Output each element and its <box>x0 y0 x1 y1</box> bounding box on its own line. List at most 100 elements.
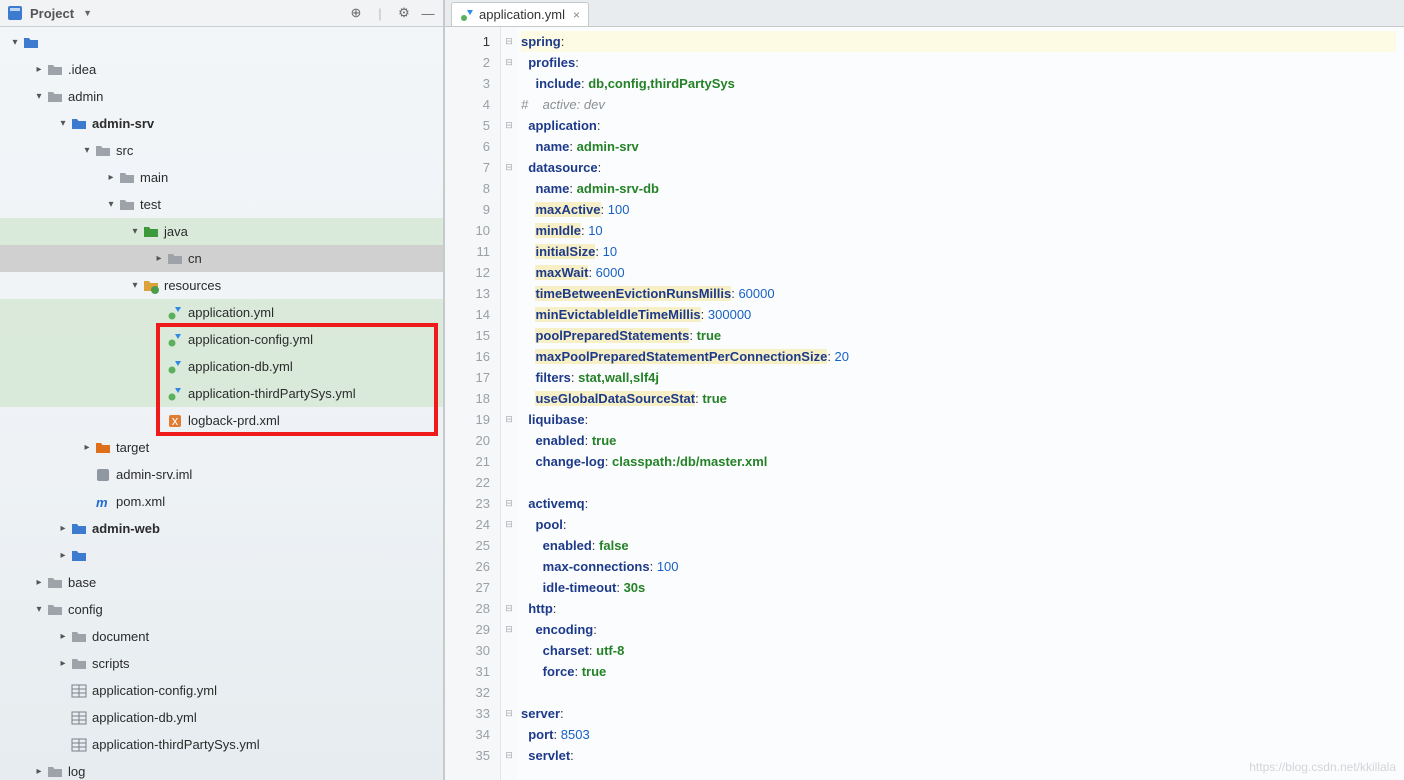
fold-toggle[interactable]: ⊟ <box>501 52 517 73</box>
tree-item-pom-xml[interactable]: mpom.xml <box>0 488 443 515</box>
chevron-icon[interactable]: ▸ <box>32 64 46 75</box>
tree-item-java[interactable]: ▾java <box>0 218 443 245</box>
chevron-icon[interactable]: ▸ <box>104 172 118 183</box>
tab-application-yml[interactable]: application.yml × <box>451 2 589 26</box>
chevron-icon[interactable]: ▸ <box>56 550 70 561</box>
project-tree[interactable]: ▾ ▸.idea▾admin▾admin-srv▾src▸main▾test▾j… <box>0 27 443 780</box>
code-line[interactable]: enabled: true <box>521 430 1396 451</box>
chevron-icon[interactable]: ▾ <box>32 604 46 615</box>
tree-item-logback-prd-xml[interactable]: xlogback-prd.xml <box>0 407 443 434</box>
panel-title[interactable]: Project <box>30 6 74 21</box>
chevron-icon[interactable]: ▾ <box>80 145 94 156</box>
code-line[interactable]: port: 8503 <box>521 724 1396 745</box>
code-line[interactable]: filters: stat,wall,slf4j <box>521 367 1396 388</box>
code-line[interactable]: charset: utf-8 <box>521 640 1396 661</box>
code-line[interactable]: pool: <box>521 514 1396 535</box>
code-line[interactable]: name: admin-srv-db <box>521 178 1396 199</box>
tree-item--idea[interactable]: ▸.idea <box>0 56 443 83</box>
tree-item-admin-web[interactable]: ▸admin-web <box>0 515 443 542</box>
fold-toggle[interactable]: ⊟ <box>501 493 517 514</box>
tree-item-redacted-19[interactable]: ▸ <box>0 542 443 569</box>
tree-item-resources[interactable]: ▾resources <box>0 272 443 299</box>
code-line[interactable]: profiles: <box>521 52 1396 73</box>
code-line[interactable]: name: admin-srv <box>521 136 1396 157</box>
tree-item-log[interactable]: ▸log <box>0 758 443 780</box>
fold-column[interactable]: ⊟⊟⊟⊟⊟⊟⊟⊟⊟⊟⊟ <box>501 27 517 780</box>
chevron-icon[interactable]: ▸ <box>80 442 94 453</box>
code-line[interactable]: minIdle: 10 <box>521 220 1396 241</box>
code-line[interactable]: maxPoolPreparedStatementPerConnectionSiz… <box>521 346 1396 367</box>
code-line[interactable]: http: <box>521 598 1396 619</box>
chevron-icon[interactable]: ▸ <box>152 253 166 264</box>
tree-item-scripts[interactable]: ▸scripts <box>0 650 443 677</box>
tree-item-admin-srv[interactable]: ▾admin-srv <box>0 110 443 137</box>
code-line[interactable]: encoding: <box>521 619 1396 640</box>
code-line[interactable]: useGlobalDataSourceStat: true <box>521 388 1396 409</box>
tree-item-application-yml[interactable]: application.yml <box>0 299 443 326</box>
fold-toggle[interactable]: ⊟ <box>501 514 517 535</box>
fold-toggle[interactable]: ⊟ <box>501 31 517 52</box>
tree-item-src[interactable]: ▾src <box>0 137 443 164</box>
chevron-icon[interactable]: ▸ <box>56 523 70 534</box>
chevron-icon[interactable]: ▾ <box>32 91 46 102</box>
code-line[interactable]: liquibase: <box>521 409 1396 430</box>
tree-item-redacted-0[interactable]: ▾ <box>0 29 443 56</box>
code-line[interactable]: maxWait: 6000 <box>521 262 1396 283</box>
code-line[interactable]: application: <box>521 115 1396 136</box>
dropdown-caret-icon[interactable]: ▼ <box>83 8 92 18</box>
code-line[interactable]: include: db,config,thirdPartySys <box>521 73 1396 94</box>
tree-item-main[interactable]: ▸main <box>0 164 443 191</box>
code-line[interactable] <box>521 472 1396 493</box>
tree-item-target[interactable]: ▸target <box>0 434 443 461</box>
chevron-icon[interactable]: ▸ <box>32 766 46 777</box>
tree-item-admin[interactable]: ▾admin <box>0 83 443 110</box>
code-line[interactable]: maxActive: 100 <box>521 199 1396 220</box>
tree-item-cn[interactable]: ▸cn <box>0 245 443 272</box>
chevron-icon[interactable]: ▾ <box>8 37 22 48</box>
code-line[interactable]: force: true <box>521 661 1396 682</box>
fold-toggle[interactable]: ⊟ <box>501 157 517 178</box>
fold-toggle[interactable]: ⊟ <box>501 409 517 430</box>
code-line[interactable]: poolPreparedStatements: true <box>521 325 1396 346</box>
code-line[interactable]: # active: dev <box>521 94 1396 115</box>
tree-item-application-db-yml[interactable]: application-db.yml <box>0 353 443 380</box>
code-line[interactable]: minEvictableIdleTimeMillis: 300000 <box>521 304 1396 325</box>
code-line[interactable]: enabled: false <box>521 535 1396 556</box>
code-line[interactable]: max-connections: 100 <box>521 556 1396 577</box>
chevron-icon[interactable]: ▾ <box>56 118 70 129</box>
tree-item-application-config-yml[interactable]: application-config.yml <box>0 677 443 704</box>
code-line[interactable]: change-log: classpath:/db/master.xml <box>521 451 1396 472</box>
fold-toggle[interactable]: ⊟ <box>501 745 517 766</box>
tree-item-test[interactable]: ▾test <box>0 191 443 218</box>
fold-toggle[interactable]: ⊟ <box>501 703 517 724</box>
chevron-icon[interactable]: ▾ <box>104 199 118 210</box>
tree-item-document[interactable]: ▸document <box>0 623 443 650</box>
code-line[interactable]: datasource: <box>521 157 1396 178</box>
tree-item-base[interactable]: ▸base <box>0 569 443 596</box>
tree-item-config[interactable]: ▾config <box>0 596 443 623</box>
minimize-icon[interactable]: — <box>419 4 437 22</box>
editor-body[interactable]: 1234567891011121314151617181920212223242… <box>445 27 1404 780</box>
gear-icon[interactable]: ⚙ <box>395 4 413 22</box>
tree-item-application-db-yml[interactable]: application-db.yml <box>0 704 443 731</box>
tree-item-admin-srv-iml[interactable]: admin-srv.iml <box>0 461 443 488</box>
tree-item-application-thirdpartysys-yml[interactable]: application-thirdPartySys.yml <box>0 731 443 758</box>
fold-toggle[interactable]: ⊟ <box>501 598 517 619</box>
chevron-icon[interactable]: ▸ <box>32 577 46 588</box>
fold-toggle[interactable]: ⊟ <box>501 619 517 640</box>
close-icon[interactable]: × <box>573 8 580 22</box>
chevron-icon[interactable]: ▾ <box>128 280 142 291</box>
tree-item-application-config-yml[interactable]: application-config.yml <box>0 326 443 353</box>
chevron-icon[interactable]: ▸ <box>56 631 70 642</box>
chevron-icon[interactable]: ▾ <box>128 226 142 237</box>
code-area[interactable]: spring: profiles: include: db,config,thi… <box>517 27 1404 780</box>
code-line[interactable]: initialSize: 10 <box>521 241 1396 262</box>
target-icon[interactable]: ⊕ <box>347 4 365 22</box>
fold-toggle[interactable]: ⊟ <box>501 115 517 136</box>
code-line[interactable] <box>521 682 1396 703</box>
tree-item-application-thirdpartysys-yml[interactable]: application-thirdPartySys.yml <box>0 380 443 407</box>
code-line[interactable]: timeBetweenEvictionRunsMillis: 60000 <box>521 283 1396 304</box>
code-line[interactable]: idle-timeout: 30s <box>521 577 1396 598</box>
code-line[interactable]: activemq: <box>521 493 1396 514</box>
code-line[interactable]: server: <box>521 703 1396 724</box>
